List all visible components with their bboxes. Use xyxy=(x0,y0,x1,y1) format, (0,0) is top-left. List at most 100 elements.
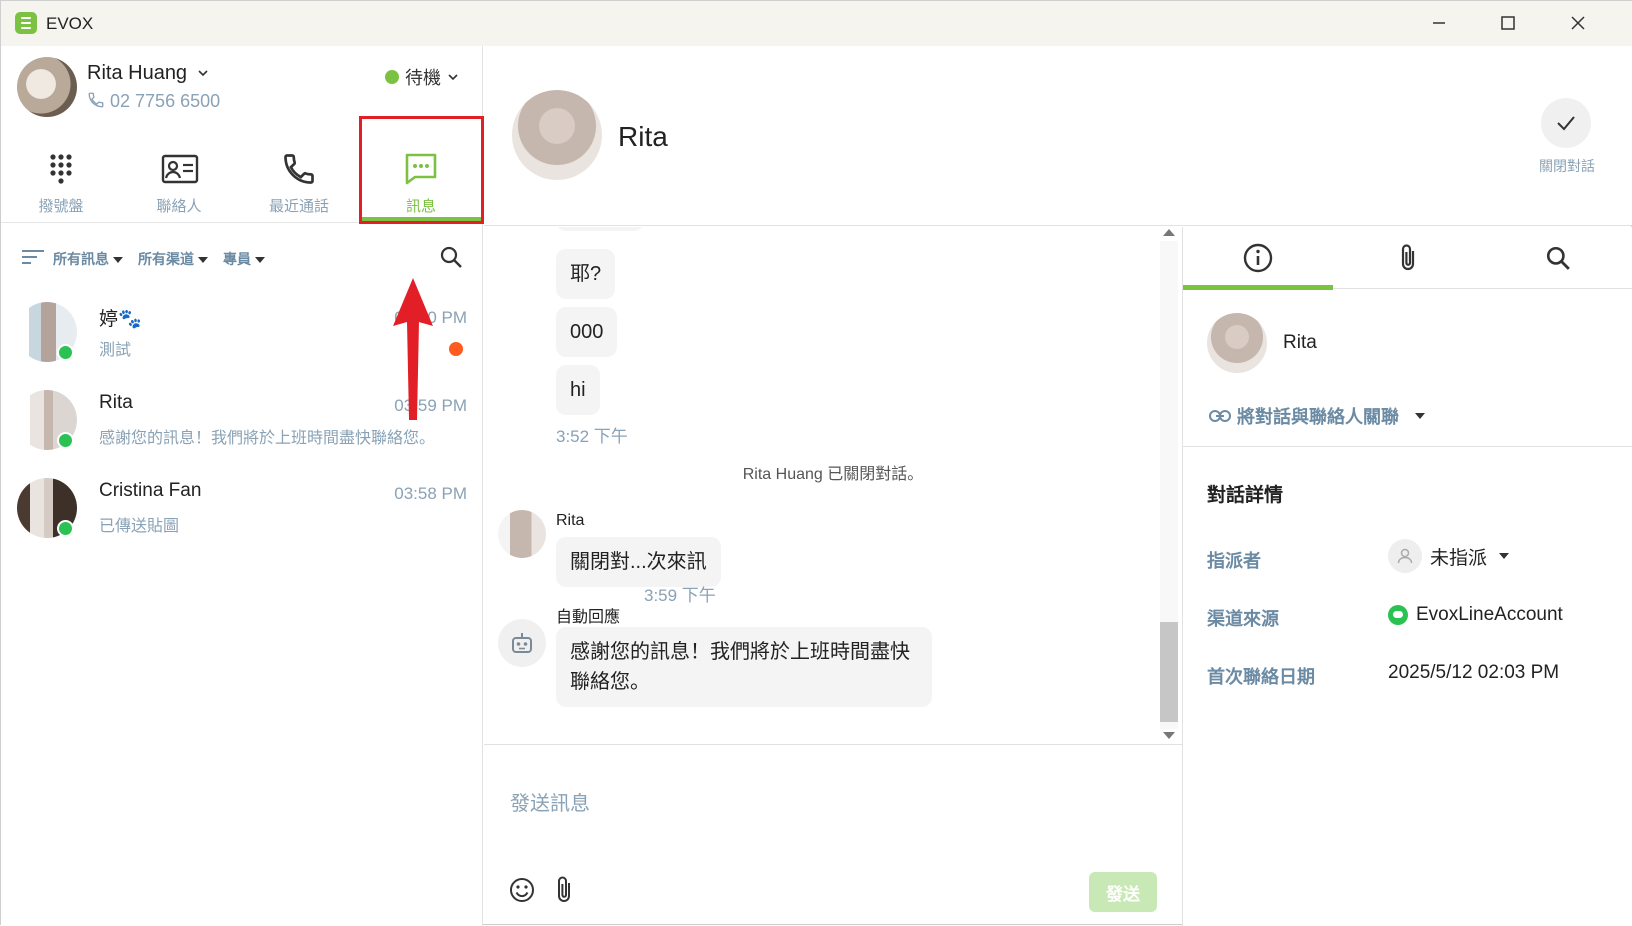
chevron-down-icon xyxy=(198,70,208,77)
chevron-down-icon xyxy=(448,74,458,81)
close-icon xyxy=(1571,16,1585,30)
tab-search[interactable] xyxy=(1483,227,1632,289)
nav-dialpad[interactable]: 撥號盤 xyxy=(1,143,121,223)
caret-down-icon xyxy=(1415,413,1425,419)
contact-card-icon xyxy=(161,154,199,184)
chat-header: Rita 關閉對話 xyxy=(484,46,1632,226)
message-input[interactable] xyxy=(510,774,1150,834)
message-bubble: hi xyxy=(556,365,600,415)
caret-down-icon xyxy=(1499,553,1510,559)
message-time: 3:52 下午 xyxy=(556,427,628,446)
check-icon xyxy=(1557,116,1575,131)
tab-attachments[interactable] xyxy=(1333,227,1483,289)
conversation-preview: 已傳送貼圖 xyxy=(99,518,180,535)
chat-avatar xyxy=(512,90,602,180)
message-time: 3:59 下午 xyxy=(644,586,716,605)
dialpad-icon xyxy=(50,154,72,184)
conversation-name: 婷🐾 xyxy=(99,309,142,330)
caret-down-icon xyxy=(198,257,208,264)
message-list: 耶? 000 hi 3:52 下午 Rita Huang 已關閉對話。 Rita… xyxy=(484,227,1182,745)
close-conversation-label: 關閉對話 xyxy=(1539,158,1595,174)
red-arrow-icon xyxy=(393,278,433,420)
phone-outgoing-icon xyxy=(88,92,104,108)
conversation-name: Rita xyxy=(99,392,133,413)
sort-filter-icon[interactable] xyxy=(21,248,45,266)
caret-down-icon xyxy=(255,257,265,264)
maximize-icon xyxy=(1501,16,1515,30)
conversation-name: Cristina Fan xyxy=(99,480,202,501)
profile-name[interactable]: Rita Huang xyxy=(87,62,209,85)
message-text: 000 xyxy=(570,321,604,343)
profile-avatar[interactable] xyxy=(17,57,77,117)
emoji-icon[interactable] xyxy=(508,876,536,904)
close-conversation-button[interactable] xyxy=(1541,98,1591,148)
status-dot-icon xyxy=(385,70,399,84)
message-bubble xyxy=(556,227,644,231)
evox-logo-icon xyxy=(15,12,37,34)
minimize-icon xyxy=(1433,22,1445,24)
divider xyxy=(1183,446,1632,447)
app-title: EVOX xyxy=(46,14,94,33)
avatar xyxy=(498,510,546,558)
tab-active-indicator xyxy=(1183,285,1333,290)
minimize-button[interactable] xyxy=(1419,7,1459,39)
conversation-time: 03:58 PM xyxy=(394,484,467,503)
robot-icon xyxy=(512,633,532,653)
nav-label: 撥號盤 xyxy=(38,198,84,215)
send-button[interactable]: 發送 xyxy=(1089,872,1157,912)
bot-avatar xyxy=(498,619,546,667)
tab-info[interactable] xyxy=(1183,227,1333,290)
nav-contacts[interactable]: 聯絡人 xyxy=(119,143,239,223)
phone-icon xyxy=(284,154,314,184)
message-sender: 自動回應 xyxy=(556,609,621,626)
message-bubble: 000 xyxy=(556,307,618,357)
message-bubble: 關閉對...次來訊 xyxy=(556,537,721,587)
message-text: 感謝您的訊息！我們將於上班時間盡快聯絡您。 xyxy=(570,641,910,693)
search-icon[interactable] xyxy=(439,245,463,269)
filter-label: 所有渠道 xyxy=(138,251,194,267)
filter-label: 專員 xyxy=(223,251,251,267)
channel-value: EvoxLineAccount xyxy=(1416,604,1563,625)
line-channel-icon xyxy=(1388,605,1408,625)
info-icon xyxy=(1243,243,1273,273)
close-window-button[interactable] xyxy=(1558,7,1598,39)
scroll-down-icon[interactable] xyxy=(1163,732,1175,739)
nav-label: 聯絡人 xyxy=(156,198,202,215)
message-composer: 發送 xyxy=(484,746,1182,926)
first-contact-value: 2025/5/12 02:03 PM xyxy=(1388,662,1560,683)
attachment-icon xyxy=(1401,244,1415,271)
message-sender: Rita xyxy=(556,512,585,529)
system-message: Rita Huang 已關閉對話。 xyxy=(742,466,924,483)
profile-name-text: Rita Huang xyxy=(87,62,188,84)
scroll-up-icon[interactable] xyxy=(1163,229,1175,236)
assignee-label: 指派者 xyxy=(1207,551,1261,571)
nav-label: 最近通話 xyxy=(268,198,329,215)
nav-recent-calls[interactable]: 最近通話 xyxy=(239,143,359,223)
contact-avatar xyxy=(1207,313,1267,373)
channel-label: 渠道來源 xyxy=(1207,609,1279,629)
search-icon xyxy=(1546,246,1570,270)
message-bubble: 感謝您的訊息！我們將於上班時間盡快聯絡您。 xyxy=(556,627,932,707)
scroll-thumb[interactable] xyxy=(1160,622,1178,722)
filter-bar: 所有訊息 所有渠道 專員 xyxy=(1,231,483,281)
attachment-icon[interactable] xyxy=(552,874,576,906)
message-bubble: 耶? xyxy=(556,249,616,299)
details-title: 對話詳情 xyxy=(1207,485,1284,506)
line-channel-icon xyxy=(57,344,74,361)
line-channel-icon xyxy=(57,520,74,537)
assignee-selector[interactable]: 未指派 xyxy=(1388,539,1510,573)
maximize-button[interactable] xyxy=(1488,7,1528,39)
status-selector[interactable]: 待機 xyxy=(385,64,459,90)
filter-agent[interactable]: 專員 xyxy=(223,249,265,269)
status-text: 待機 xyxy=(405,68,441,88)
conversation-item[interactable]: Cristina Fan 03:58 PM 已傳送貼圖 xyxy=(1,462,483,550)
contact-name: Rita xyxy=(1283,332,1317,353)
profile-phone: 02 7756 6500 xyxy=(87,91,220,112)
message-scrollbar[interactable] xyxy=(1158,227,1180,745)
message-text: hi xyxy=(570,379,586,401)
link-contact-label: 將對話與聯絡人關聯 xyxy=(1237,407,1399,427)
filter-all-messages[interactable]: 所有訊息 xyxy=(53,249,123,269)
filter-label: 所有訊息 xyxy=(53,251,109,267)
filter-all-channels[interactable]: 所有渠道 xyxy=(138,249,208,269)
link-contact-dropdown[interactable]: 將對話與聯絡人關聯 xyxy=(1209,403,1425,429)
